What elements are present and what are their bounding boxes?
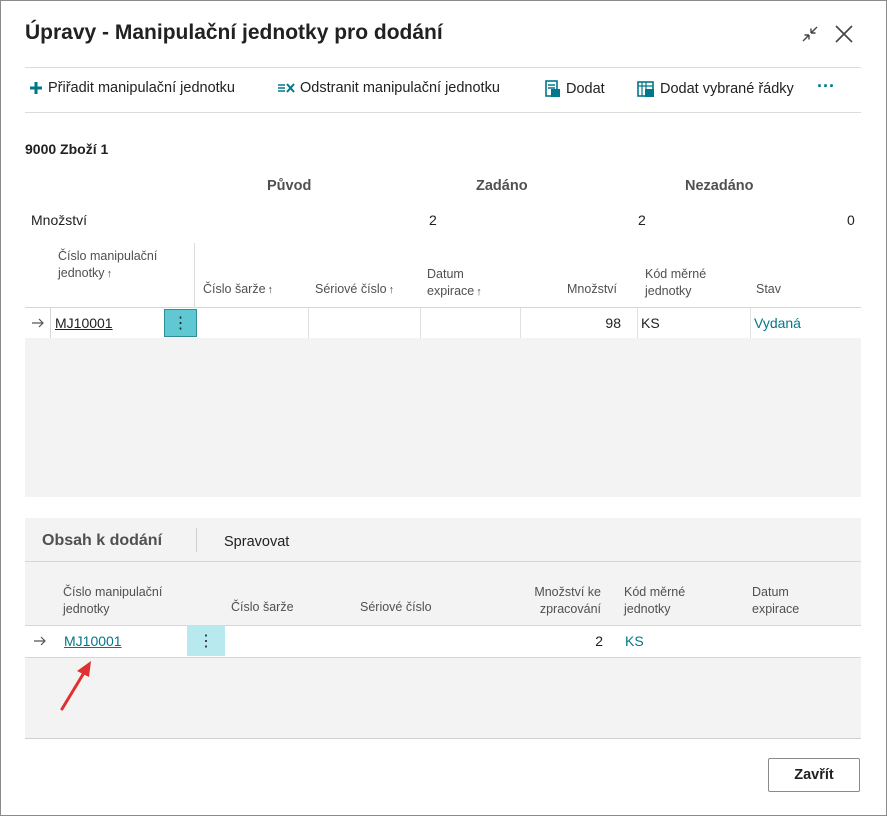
summary-value-origin: 2 [429, 212, 437, 228]
deliver-selected-label: Dodat vybrané řádky [660, 81, 794, 97]
expiration-date-cell[interactable] [421, 308, 521, 338]
lot-number-cell[interactable] [197, 308, 309, 338]
part-handling-unit-link[interactable]: MJ10001 [64, 633, 122, 649]
part-col-handling-unit-number[interactable]: Číslo manipulační jednotky [63, 584, 183, 618]
summary-header-origin: Původ [267, 178, 312, 194]
more-options-icon[interactable]: ··· [817, 76, 835, 97]
summary-header-entered: Zadáno [476, 178, 528, 194]
uom-cell[interactable]: KS [638, 308, 751, 338]
table-row[interactable]: MJ10001 ⋮ 2 KS [25, 625, 861, 658]
col-handling-unit-number[interactable]: Číslo manipulační jednotky ↑ [58, 248, 168, 283]
part-serial-number-cell[interactable] [360, 626, 510, 656]
status-cell[interactable]: Vydaná [751, 308, 861, 338]
summary-header-not-entered: Nezadáno [685, 178, 754, 194]
col-expiration-date[interactable]: Datum expirace ↑ [427, 266, 507, 301]
part-col-lot-number[interactable]: Číslo šarže [231, 599, 294, 616]
part-uom-cell[interactable]: KS [625, 626, 725, 656]
action-bar: Přiřadit manipulační jednotku Odstranit … [25, 67, 861, 113]
deliver-selected-icon [637, 80, 655, 98]
assign-label: Přiřadit manipulační jednotku [48, 80, 235, 96]
remove-handling-unit-button[interactable]: Odstranit manipulační jednotku [277, 80, 500, 96]
part-lot-number-cell[interactable] [231, 626, 351, 656]
part-row-actions-icon[interactable]: ⋮ [187, 625, 225, 656]
collapse-icon[interactable] [797, 21, 823, 47]
remove-icon [277, 81, 295, 95]
row-arrow-icon [25, 626, 55, 656]
summary-value-entered: 2 [638, 212, 646, 228]
col-serial-number[interactable]: Sériové číslo ↑ [315, 281, 394, 299]
col-uom-code[interactable]: Kód měrné jednotky [645, 266, 735, 300]
col-lot-number[interactable]: Číslo šarže ↑ [203, 281, 273, 299]
row-actions-icon[interactable]: ⋮ [164, 309, 197, 337]
col-quantity[interactable]: Množství [567, 281, 617, 298]
part-col-expiration-date[interactable]: Datum expirace [752, 584, 832, 618]
part-handling-unit-number-cell[interactable]: MJ10001 [64, 626, 184, 656]
tab-manage[interactable]: Spravovat [224, 534, 289, 550]
handling-unit-link[interactable]: MJ10001 [55, 315, 113, 331]
dialog: Úpravy - Manipulační jednotky pro dodání… [0, 0, 887, 816]
quantity-cell[interactable]: 98 [521, 308, 638, 338]
part-col-uom-code[interactable]: Kód měrné jednotky [624, 584, 714, 618]
tab-contents-to-deliver[interactable]: Obsah k dodání [42, 532, 162, 550]
serial-number-cell[interactable] [309, 308, 421, 338]
part-col-serial-number[interactable]: Sériové číslo [360, 599, 432, 616]
item-header: 9000 Zboží 1 [25, 141, 109, 157]
dialog-title: Úpravy - Manipulační jednotky pro dodání [25, 21, 443, 44]
deliver-label: Dodat [566, 81, 605, 97]
assign-handling-unit-button[interactable]: Přiřadit manipulační jednotku [29, 80, 235, 96]
summary-row-label: Množství [31, 212, 88, 228]
part-expiration-cell[interactable] [752, 626, 852, 656]
close-button[interactable]: Zavřít [768, 758, 860, 792]
deliver-button[interactable]: Dodat [545, 80, 605, 98]
deliver-icon [545, 80, 561, 98]
table-row[interactable]: MJ10001 ⋮ 98 KS Vydaná [25, 307, 861, 338]
deliver-selected-lines-button[interactable]: Dodat vybrané řádky [637, 80, 794, 98]
close-icon[interactable] [831, 21, 857, 47]
part-qty-cell[interactable]: 2 [521, 626, 603, 656]
annotation-arrow-icon [60, 661, 91, 711]
handling-unit-number-cell[interactable]: MJ10001 [51, 308, 165, 338]
plus-icon [29, 81, 43, 95]
remove-label: Odstranit manipulační jednotku [300, 80, 500, 96]
summary-value-not-entered: 0 [847, 212, 855, 228]
row-arrow-icon [25, 308, 51, 338]
col-status[interactable]: Stav [756, 281, 781, 298]
part-col-qty-to-handle[interactable]: Množství ke zpracování [521, 584, 601, 618]
